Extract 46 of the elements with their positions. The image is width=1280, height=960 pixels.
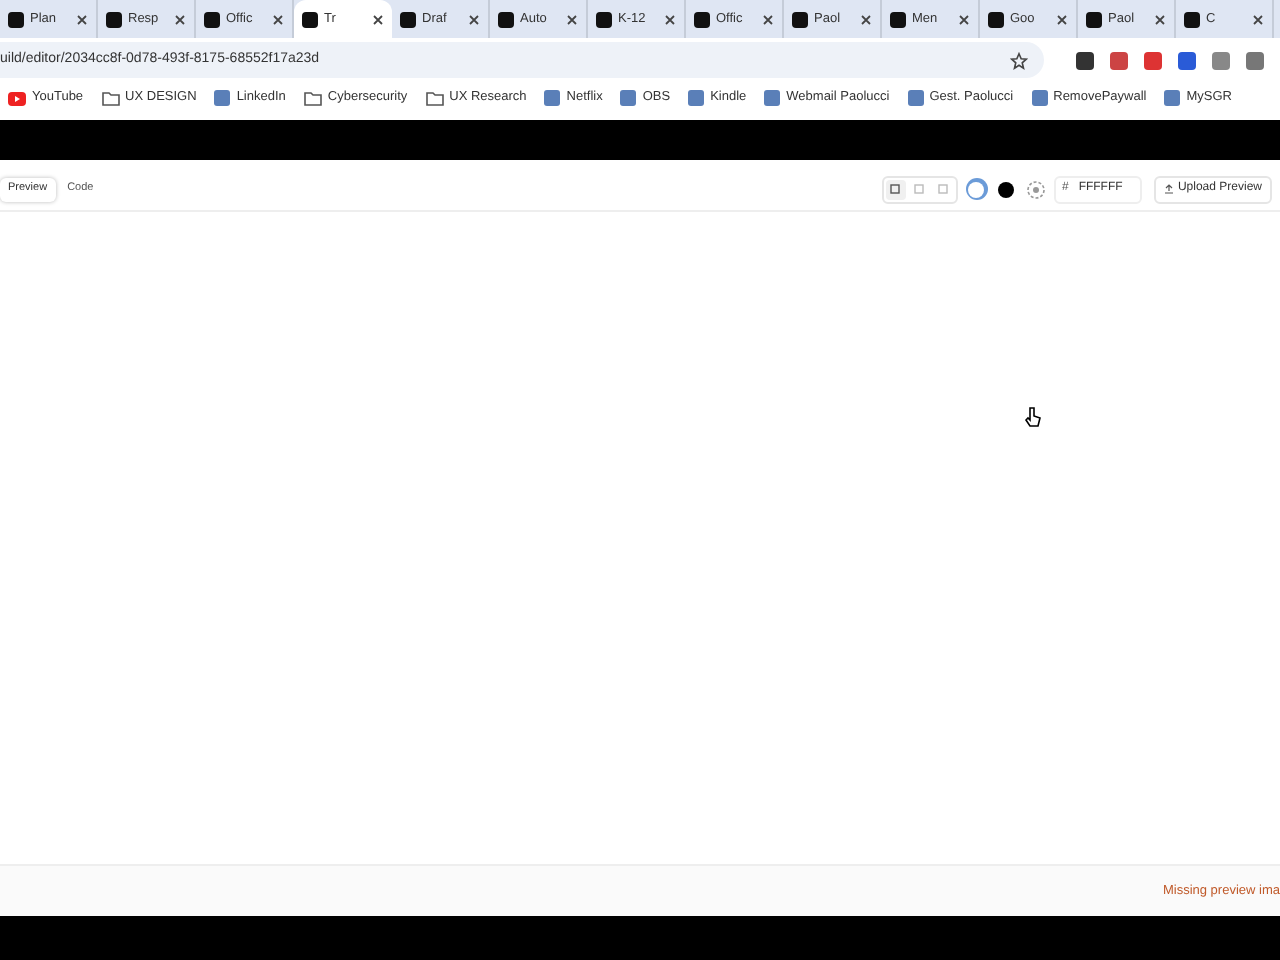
favicon-icon — [1184, 11, 1200, 27]
favicon-icon — [792, 11, 808, 27]
close-icon[interactable] — [468, 13, 480, 25]
device-icon — [938, 184, 949, 194]
bookmark-icon — [303, 90, 322, 106]
bookmark-icon — [101, 90, 120, 106]
bookmark-icon — [544, 90, 561, 106]
close-icon[interactable] — [566, 13, 578, 25]
favicon-icon — [8, 11, 24, 27]
cursor-icon — [1024, 406, 1042, 428]
color-picker-icon[interactable] — [1025, 179, 1046, 199]
device-icon — [914, 184, 925, 194]
close-icon[interactable] — [762, 13, 774, 25]
close-icon[interactable] — [76, 13, 88, 25]
close-icon[interactable] — [174, 13, 186, 25]
bookmark-icon — [620, 90, 637, 106]
close-icon[interactable] — [1154, 13, 1166, 25]
bookmark-icon — [1164, 90, 1181, 106]
favicon-icon — [890, 11, 906, 27]
close-icon[interactable] — [1056, 13, 1068, 25]
device-icon — [890, 184, 901, 194]
favicon-icon — [1086, 11, 1102, 27]
bookmark-icon — [1031, 90, 1048, 106]
favicon-icon — [400, 11, 416, 27]
close-icon[interactable] — [1252, 13, 1264, 25]
bookmark-icon — [907, 90, 924, 106]
close-icon[interactable] — [860, 13, 872, 25]
favicon-icon — [596, 11, 612, 27]
close-icon[interactable] — [664, 13, 676, 25]
favicon-icon — [498, 11, 514, 27]
favicon-icon — [988, 11, 1004, 27]
star-icon[interactable] — [1010, 51, 1028, 69]
bookmark-icon — [8, 91, 26, 105]
close-icon[interactable] — [272, 13, 284, 25]
favicon-icon — [106, 11, 122, 27]
bookmark-icon — [764, 90, 781, 106]
device-button[interactable] — [885, 179, 906, 199]
bookmark-icon — [214, 90, 231, 106]
close-icon[interactable] — [372, 13, 384, 25]
upload-icon — [1163, 184, 1174, 194]
bookmark-icon — [425, 90, 444, 106]
favicon-icon — [302, 11, 318, 27]
bookmark-icon — [688, 90, 705, 106]
close-icon[interactable] — [958, 13, 970, 25]
favicon-icon — [694, 11, 710, 27]
favicon-icon — [204, 11, 220, 27]
